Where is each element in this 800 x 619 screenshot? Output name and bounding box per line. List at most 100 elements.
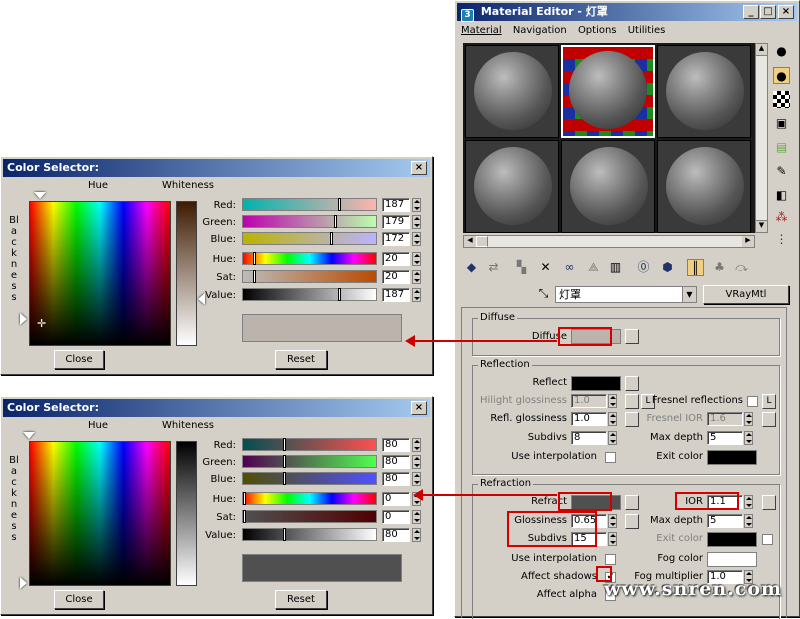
sample-slot[interactable] xyxy=(657,45,751,138)
color-selector-titlebar[interactable]: Color Selector: × xyxy=(3,159,430,177)
sample-slot[interactable] xyxy=(657,140,751,233)
diffuse-map-button[interactable] xyxy=(625,329,639,344)
close-button[interactable]: Close xyxy=(54,590,104,609)
red-slider[interactable] xyxy=(242,438,377,451)
whiteness-pointer-icon[interactable] xyxy=(198,293,205,305)
blackness-pointer-icon[interactable] xyxy=(20,577,27,589)
show-map-icon[interactable]: ⬢ xyxy=(659,259,676,276)
get-material-icon[interactable]: ◆ xyxy=(463,259,480,276)
value-field[interactable]: 187 xyxy=(382,288,410,302)
material-type-button[interactable]: VRayMtl xyxy=(703,285,789,304)
video-color-icon[interactable]: ▤ xyxy=(773,139,790,156)
refr-exit-color-checkbox[interactable] xyxy=(762,534,773,545)
ior-map-button[interactable] xyxy=(762,495,776,510)
chevron-down-icon[interactable]: ▼ xyxy=(682,287,696,302)
hilight-glossiness-field[interactable]: 1.0 xyxy=(571,394,607,408)
hue-slider[interactable] xyxy=(242,252,377,265)
refl-use-interpolation-checkbox[interactable] xyxy=(605,452,616,463)
sat-spinner[interactable] xyxy=(412,270,421,284)
hue-blackness-field[interactable]: ✛ xyxy=(29,201,171,346)
blue-field[interactable]: 172 xyxy=(382,232,410,246)
value-field[interactable]: 80 xyxy=(382,528,410,542)
fresnel-ior-field[interactable]: 1.6 xyxy=(707,412,743,426)
green-field[interactable]: 179 xyxy=(382,215,410,229)
menu-utilities[interactable]: Utilities xyxy=(628,25,666,36)
sample-slot[interactable] xyxy=(465,140,559,233)
red-spinner[interactable] xyxy=(412,198,421,212)
sample-type-icon[interactable]: ● xyxy=(773,43,790,60)
whiteness-bar[interactable] xyxy=(176,441,197,586)
assign-material-icon[interactable]: ▚ xyxy=(513,259,530,276)
glossiness-map-button[interactable] xyxy=(625,514,639,529)
material-editor-titlebar[interactable]: 3 Material Editor - 灯罩 _ □ × xyxy=(457,3,797,22)
blue-field[interactable]: 80 xyxy=(382,472,410,486)
refr-max-depth-spinner[interactable] xyxy=(744,514,753,528)
green-field[interactable]: 80 xyxy=(382,455,410,469)
refl-glossiness-spinner[interactable] xyxy=(608,412,617,426)
sat-field[interactable]: 0 xyxy=(382,510,410,524)
value-slider[interactable] xyxy=(242,528,377,541)
sat-spinner[interactable] xyxy=(412,510,421,524)
refl-max-depth-spinner[interactable] xyxy=(744,431,753,445)
glossiness-spinner[interactable] xyxy=(608,514,617,528)
hue-blackness-field[interactable] xyxy=(29,441,171,586)
red-slider[interactable] xyxy=(242,198,377,211)
hue-slider[interactable] xyxy=(242,492,377,505)
material-navigator-icon[interactable]: ⋮ xyxy=(773,231,790,248)
blue-slider[interactable] xyxy=(242,232,377,245)
red-spinner[interactable] xyxy=(412,438,421,452)
copy-material-icon[interactable]: ∞ xyxy=(561,259,578,276)
fresnel-lock-button[interactable]: L xyxy=(762,394,776,409)
ior-spinner[interactable] xyxy=(744,495,753,509)
refl-max-depth-field[interactable]: 5 xyxy=(707,431,743,445)
material-effects-icon[interactable]: ⓪ xyxy=(635,259,652,276)
close-button[interactable]: × xyxy=(411,161,427,175)
blue-spinner[interactable] xyxy=(412,232,421,246)
whiteness-bar[interactable] xyxy=(176,201,197,346)
reflect-map-button[interactable] xyxy=(625,376,639,391)
make-preview-icon[interactable]: ✎ xyxy=(773,163,790,180)
reset-button[interactable]: Reset xyxy=(275,590,327,609)
pick-material-icon[interactable]: ⤡ xyxy=(535,285,552,302)
refr-max-depth-field[interactable]: 5 xyxy=(707,514,743,528)
select-by-material-icon[interactable]: ⁂ xyxy=(773,209,790,226)
fresnel-reflections-checkbox[interactable] xyxy=(747,396,758,407)
sat-slider[interactable] xyxy=(242,270,377,283)
hue-pointer-icon[interactable] xyxy=(34,192,46,199)
menu-options[interactable]: Options xyxy=(578,25,617,36)
minimize-button[interactable]: _ xyxy=(743,5,759,19)
red-field[interactable]: 80 xyxy=(382,438,410,452)
sample-slot-active[interactable] xyxy=(561,45,655,138)
close-button[interactable]: × xyxy=(411,401,427,415)
value-spinner[interactable] xyxy=(412,288,421,302)
menu-navigation[interactable]: Navigation xyxy=(513,25,567,36)
menu-material[interactable]: Material xyxy=(461,25,502,36)
sample-slot[interactable] xyxy=(561,140,655,233)
refract-map-button[interactable] xyxy=(625,495,639,510)
slots-vscroll[interactable]: ▲ ▼ xyxy=(755,43,768,233)
hue-pointer-icon[interactable] xyxy=(23,432,35,439)
sample-slot[interactable] xyxy=(465,45,559,138)
hilight-glossiness-spinner[interactable] xyxy=(608,394,617,408)
refl-glossiness-field[interactable]: 1.0 xyxy=(571,412,607,426)
reflect-color-swatch[interactable] xyxy=(571,376,621,391)
green-slider[interactable] xyxy=(242,215,377,228)
blue-spinner[interactable] xyxy=(412,472,421,486)
put-to-scene-icon[interactable]: ⇄ xyxy=(485,259,502,276)
color-selector-titlebar[interactable]: Color Selector: × xyxy=(3,399,430,417)
show-end-result-icon[interactable]: ║ xyxy=(687,259,704,276)
go-to-parent-icon[interactable]: ♣ xyxy=(711,259,728,276)
close-button[interactable]: × xyxy=(778,5,794,19)
value-slider[interactable] xyxy=(242,288,377,301)
hue-field[interactable]: 20 xyxy=(382,252,410,266)
green-spinner[interactable] xyxy=(412,455,421,469)
slots-hscroll[interactable]: ◀ ▶ xyxy=(463,235,755,248)
make-unique-icon[interactable]: ⟁ xyxy=(585,259,602,276)
options-icon[interactable]: ◧ xyxy=(773,187,790,204)
backlight-icon[interactable]: ● xyxy=(773,67,790,84)
red-field[interactable]: 187 xyxy=(382,198,410,212)
fresnel-ior-map-button[interactable] xyxy=(762,412,776,427)
go-forward-icon[interactable]: ⤼ xyxy=(733,259,750,276)
put-to-library-icon[interactable]: ▥ xyxy=(607,259,624,276)
green-spinner[interactable] xyxy=(412,215,421,229)
